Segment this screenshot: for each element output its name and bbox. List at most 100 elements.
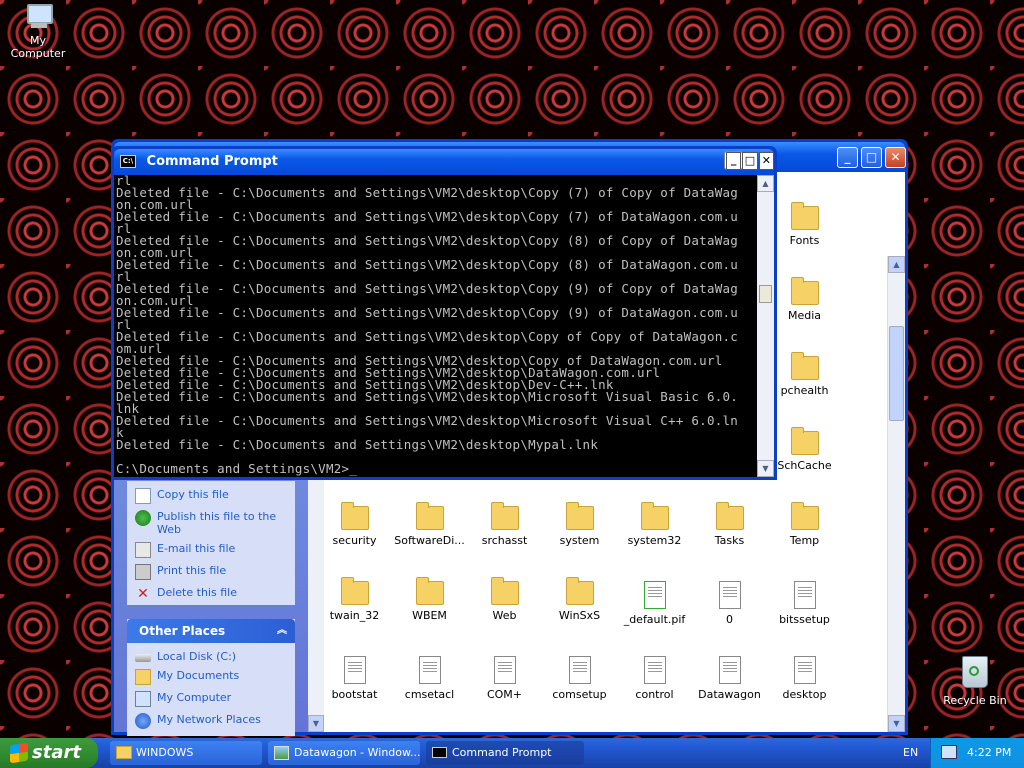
- file-item[interactable]: WBEM: [392, 577, 467, 622]
- files-scrollbar[interactable]: ▲ ▼: [887, 256, 905, 732]
- file-item[interactable]: SoftwareDi...: [392, 502, 467, 547]
- clock[interactable]: 4:22 PM: [967, 738, 1011, 768]
- file-label: Tasks: [714, 534, 745, 547]
- cmd-maximize-button[interactable]: □: [742, 152, 758, 170]
- file-label: desktop: [782, 688, 827, 701]
- folder-icon: [490, 502, 519, 530]
- scroll-thumb[interactable]: [759, 285, 772, 303]
- file-item[interactable]: Datawagon: [692, 656, 767, 701]
- task-publish-web[interactable]: Publish this file to the Web: [127, 507, 295, 539]
- folder-icon: [565, 577, 594, 605]
- task-label: E-mail this file: [157, 542, 236, 555]
- folder-icon: [340, 577, 369, 605]
- network-tray-icon[interactable]: [941, 745, 957, 759]
- taskbar-button-label: Datawagon - Window...: [294, 746, 420, 759]
- file-label: 0: [726, 613, 733, 626]
- place-label: My Network Places: [157, 713, 261, 726]
- folder-icon: [640, 502, 669, 530]
- place-my-computer[interactable]: My Computer: [127, 688, 295, 710]
- place-label: My Computer: [157, 691, 232, 704]
- file-item[interactable]: COM+: [467, 656, 542, 701]
- file-label: _default.pif: [623, 613, 686, 626]
- scroll-up-button[interactable]: ▲: [888, 256, 905, 273]
- desktop-icon-my-computer[interactable]: My Computer: [2, 2, 74, 60]
- other-places-panel: Other Places ︽ Local Disk (C:) My Docume…: [127, 619, 295, 736]
- folder-icon: [790, 502, 819, 530]
- folder-icon: [116, 746, 132, 759]
- close-button[interactable]: ✕: [885, 147, 906, 168]
- task-label: Copy this file: [157, 488, 229, 501]
- folder-icon: [565, 502, 594, 530]
- file-item[interactable]: cmsetacl: [392, 656, 467, 701]
- other-places-header[interactable]: Other Places ︽: [127, 619, 295, 643]
- file-item[interactable]: system: [542, 502, 617, 547]
- file-label: SoftwareDi...: [394, 534, 465, 547]
- file-label: COM+: [486, 688, 523, 701]
- desktop-icon-label: My Computer: [10, 34, 66, 60]
- panel-title: Other Places: [139, 624, 226, 638]
- file-item[interactable]: srchasst: [467, 502, 542, 547]
- document-icon: [643, 656, 666, 684]
- cmd-output-line: Deleted file - C:\Documents and Settings…: [116, 389, 739, 404]
- taskbar-button-windows[interactable]: WINDOWS: [110, 741, 262, 765]
- file-label: bitssetup: [779, 613, 830, 626]
- cmd-titlebar[interactable]: C:\ Command Prompt _: [114, 149, 774, 175]
- start-button[interactable]: start: [0, 738, 98, 768]
- file-item[interactable]: system32: [617, 502, 692, 547]
- language-indicator[interactable]: EN: [903, 738, 918, 768]
- document-icon: [343, 656, 366, 684]
- copy-icon: [135, 488, 151, 504]
- file-item[interactable]: desktop: [767, 656, 842, 701]
- folder-icon: [715, 502, 744, 530]
- document-icon: [718, 581, 741, 609]
- file-label: security: [332, 534, 377, 547]
- taskbar-button-datawagon[interactable]: Datawagon - Window...: [268, 741, 420, 765]
- file-item[interactable]: Tasks: [692, 502, 767, 547]
- windows-flag-icon: [10, 742, 28, 764]
- place-my-documents[interactable]: My Documents: [127, 666, 295, 688]
- task-copy-file[interactable]: Copy this file: [127, 485, 295, 507]
- file-item[interactable]: bootstat: [317, 656, 392, 701]
- file-item[interactable]: twain_32: [317, 577, 392, 622]
- file-item[interactable]: bitssetup: [767, 581, 842, 626]
- taskbar-button-command-prompt[interactable]: Command Prompt: [426, 741, 584, 765]
- task-email-file[interactable]: E-mail this file: [127, 539, 295, 561]
- cmd-output[interactable]: rl Deleted file - C:\Documents and Settin…: [114, 175, 757, 477]
- scroll-thumb[interactable]: [889, 326, 904, 421]
- file-item[interactable]: Temp: [767, 502, 842, 547]
- place-local-disk[interactable]: Local Disk (C:): [127, 647, 295, 666]
- maximize-button[interactable]: □: [861, 147, 882, 168]
- file-item[interactable]: WinSxS: [542, 577, 617, 622]
- folder-icon: [340, 502, 369, 530]
- task-print-file[interactable]: Print this file: [127, 561, 295, 583]
- file-item[interactable]: pchealth: [767, 352, 842, 397]
- file-item[interactable]: Web: [467, 577, 542, 622]
- cmd-scrollbar[interactable]: ▲ ▼: [757, 175, 774, 477]
- cmd-minimize-button[interactable]: _: [726, 152, 742, 170]
- disk-icon: [135, 654, 151, 662]
- file-item[interactable]: comsetup: [542, 656, 617, 701]
- cmd-output-line: Deleted file - C:\Documents and Settings…: [116, 257, 739, 272]
- document-icon: [718, 656, 741, 684]
- file-item[interactable]: security: [317, 502, 392, 547]
- file-item[interactable]: 0: [692, 581, 767, 626]
- my-computer-icon: [23, 2, 53, 30]
- cmd-output-line: C:\Documents and Settings\VM2>_: [116, 461, 358, 476]
- scroll-down-button[interactable]: ▼: [308, 715, 324, 732]
- cmd-close-button[interactable]: ✕: [758, 152, 774, 170]
- file-item[interactable]: control: [617, 656, 692, 701]
- file-item[interactable]: _default.pif: [617, 581, 692, 626]
- file-item[interactable]: Fonts: [767, 202, 842, 247]
- task-delete-file[interactable]: ✕ Delete this file: [127, 583, 295, 605]
- minimize-button[interactable]: _: [837, 147, 858, 168]
- cmd-output-line: Deleted file - C:\Documents and Settings…: [116, 329, 739, 344]
- scroll-up-button[interactable]: ▲: [757, 175, 774, 192]
- scroll-down-button[interactable]: ▼: [757, 460, 774, 477]
- cmd-icon: C:\: [120, 155, 136, 168]
- file-item[interactable]: SchCache: [767, 427, 842, 472]
- place-network[interactable]: My Network Places: [127, 710, 295, 732]
- scroll-down-button[interactable]: ▼: [888, 715, 905, 732]
- desktop-icon-recycle-bin[interactable]: Recycle Bin: [940, 656, 1010, 707]
- file-item[interactable]: Media: [767, 277, 842, 322]
- cmd-output-line: Deleted file - C:\Documents and Settings…: [116, 209, 739, 224]
